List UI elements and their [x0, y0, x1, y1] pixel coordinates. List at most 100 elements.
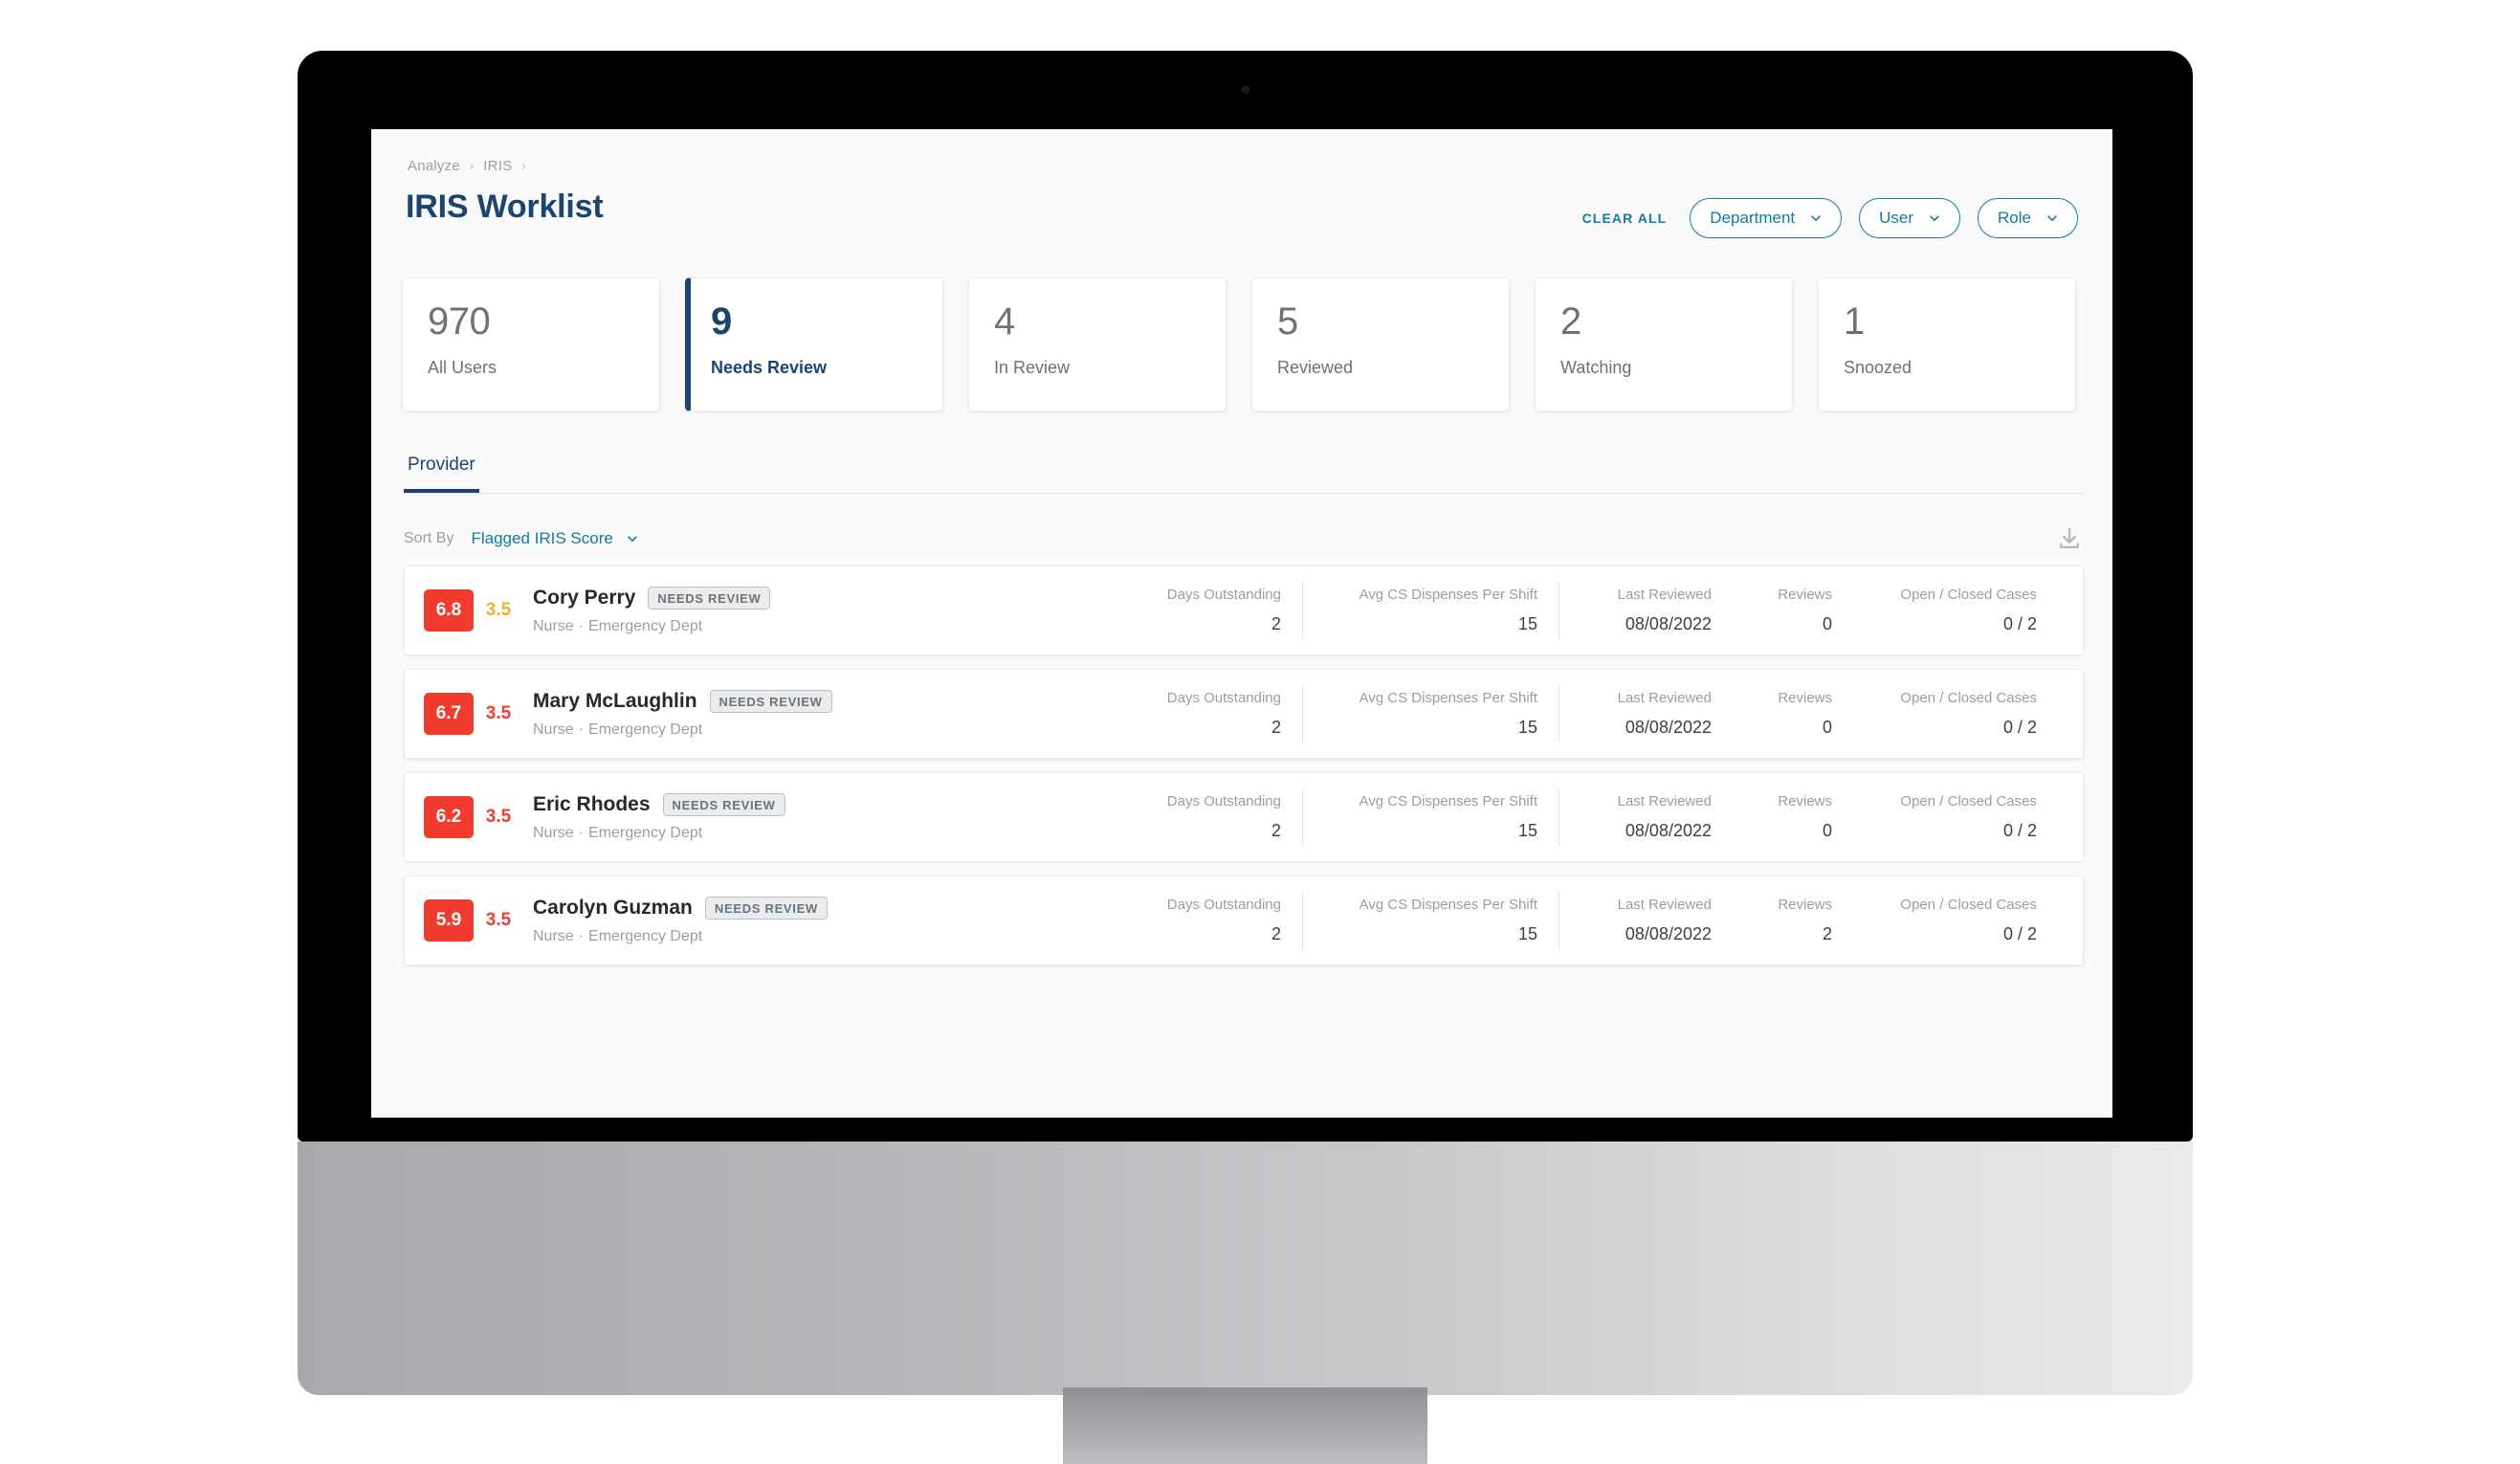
chevron-down-icon — [1811, 215, 1821, 221]
sort-by-label: Sort By — [404, 530, 454, 546]
row-metrics: Days Outstanding 2 Avg CS Dispenses Per … — [1101, 684, 2058, 743]
status-badge: NEEDS REVIEW — [709, 689, 832, 713]
metric-days-outstanding: Days Outstanding 2 — [1101, 891, 1302, 950]
stat-card-watching[interactable]: 2 Watching — [1535, 277, 1793, 411]
stat-card-in-review[interactable]: 4 In Review — [968, 277, 1227, 411]
metric-value: 08/08/2022 — [1625, 821, 1712, 840]
provider-identity: Mary McLaughlin NEEDS REVIEW Nurse · Emerg… — [533, 689, 935, 739]
metric-label: Open / Closed Cases — [1900, 690, 2037, 706]
metric-reviews: Reviews 0 — [1733, 581, 1853, 640]
table-row[interactable]: 6.7 3.5 Mary McLaughlin NEEDS REVIEW Nur… — [404, 669, 2084, 759]
metric-label: Last Reviewed — [1617, 897, 1712, 913]
metric-open-closed-cases: Open / Closed Cases 0 / 2 — [1853, 684, 2058, 743]
filter-user-button[interactable]: User — [1859, 198, 1961, 238]
stat-card-snoozed[interactable]: 1 Snoozed — [1818, 277, 2076, 411]
metric-days-outstanding: Days Outstanding 2 — [1101, 581, 1302, 640]
provider-role: Nurse — [533, 721, 574, 738]
metric-reviews: Reviews 2 — [1733, 891, 1853, 950]
provider-name: Eric Rhodes — [533, 792, 651, 815]
metric-label: Reviews — [1778, 587, 1832, 603]
provider-identity: Eric Rhodes NEEDS REVIEW Nurse · Emergency… — [533, 792, 935, 842]
iris-score-badge: 5.9 — [424, 899, 474, 942]
metric-value: 08/08/2022 — [1625, 614, 1712, 633]
metric-value: 0 / 2 — [2002, 614, 2037, 633]
download-icon[interactable] — [2055, 524, 2084, 553]
metric-days-outstanding: Days Outstanding 2 — [1101, 684, 1302, 743]
metric-label: Last Reviewed — [1617, 793, 1712, 810]
iris-score-badge: 6.8 — [424, 589, 474, 632]
provider-name: Cory Perry — [533, 586, 636, 609]
metric-value: 0 / 2 — [2002, 718, 2037, 737]
stat-label: Reviewed — [1277, 358, 1354, 377]
clear-all-button[interactable]: CLEAR ALL — [1582, 211, 1668, 226]
breadcrumb-item-analyze[interactable]: Analyze — [408, 158, 460, 174]
metric-value: 0 — [1822, 821, 1832, 840]
table-row[interactable]: 6.2 3.5 Eric Rhodes NEEDS REVIEW Nurse · E… — [404, 772, 2084, 862]
stat-value: 970 — [428, 300, 491, 343]
provider-dept: Emergency Dept — [588, 824, 703, 841]
metric-label: Days Outstanding — [1166, 793, 1281, 810]
provider-role: Nurse — [533, 617, 574, 634]
table-row[interactable]: 6.8 3.5 Cory Perry NEEDS REVIEW Nurse · Em… — [404, 566, 2084, 655]
metric-avg-cs-dispenses: Avg CS Dispenses Per Shift 15 — [1302, 787, 1558, 847]
metric-label: Days Outstanding — [1166, 587, 1281, 603]
filter-role-button[interactable]: Role — [1978, 198, 2078, 238]
sort-by-value: Flagged IRIS Score — [471, 529, 613, 547]
metric-value: 0 / 2 — [2002, 924, 2037, 943]
sort-bar: Sort By Flagged IRIS Score — [404, 512, 2084, 566]
metric-value: 08/08/2022 — [1625, 718, 1712, 737]
provider-identity: Carolyn Guzman NEEDS REVIEW Nurse · Emerge… — [533, 896, 935, 945]
breadcrumb-item-iris[interactable]: IRIS — [483, 158, 512, 174]
stat-card-reviewed[interactable]: 5 Reviewed — [1251, 277, 1510, 411]
stat-value: 2 — [1560, 300, 1581, 343]
metric-value: 15 — [1517, 821, 1537, 840]
row-metrics: Days Outstanding 2 Avg CS Dispenses Per … — [1101, 581, 2058, 640]
stat-label: Needs Review — [711, 358, 828, 377]
metric-value: 2 — [1271, 821, 1281, 840]
metric-avg-cs-dispenses: Avg CS Dispenses Per Shift 15 — [1302, 684, 1558, 743]
metric-value: 2 — [1271, 614, 1281, 633]
provider-name: Mary McLaughlin — [533, 689, 697, 712]
secondary-score: 3.5 — [485, 703, 512, 723]
metric-last-reviewed: Last Reviewed 08/08/2022 — [1558, 891, 1733, 950]
stat-label: In Review — [994, 358, 1071, 377]
chevron-down-icon — [628, 536, 637, 542]
metric-value: 0 — [1822, 614, 1832, 633]
metric-open-closed-cases: Open / Closed Cases 0 / 2 — [1853, 787, 2058, 847]
provider-identity: Cory Perry NEEDS REVIEW Nurse · Emergency … — [533, 586, 935, 635]
provider-dept: Emergency Dept — [588, 617, 703, 634]
metric-label: Open / Closed Cases — [1900, 793, 2037, 810]
metric-avg-cs-dispenses: Avg CS Dispenses Per Shift 15 — [1302, 891, 1558, 950]
metric-value: 2 — [1271, 718, 1281, 737]
filter-department-button[interactable]: Department — [1690, 198, 1843, 238]
sort-by-select[interactable]: Flagged IRIS Score — [471, 529, 637, 548]
tab-provider[interactable]: Provider — [404, 455, 479, 493]
stat-card-needs-review[interactable]: 9 Needs Review — [685, 277, 943, 411]
metric-value: 0 / 2 — [2002, 821, 2037, 840]
metric-label: Avg CS Dispenses Per Shift — [1359, 793, 1537, 810]
provider-dept: Emergency Dept — [588, 721, 703, 738]
meta-separator: · — [578, 824, 585, 841]
table-row[interactable]: 5.9 3.5 Carolyn Guzman NEEDS REVIEW Nurs… — [404, 876, 2084, 965]
stat-value: 4 — [994, 300, 1015, 343]
stat-value: 1 — [1844, 300, 1865, 343]
metric-reviews: Reviews 0 — [1733, 787, 1853, 847]
stat-card-row: 970 All Users 9 Needs Review 4 In Review… — [402, 277, 2076, 411]
stat-label: Snoozed — [1844, 358, 1912, 377]
worklist-rows: 6.8 3.5 Cory Perry NEEDS REVIEW Nurse · Em… — [404, 566, 2084, 965]
stat-card-all-users[interactable]: 970 All Users — [402, 277, 660, 411]
status-badge: NEEDS REVIEW — [648, 586, 771, 610]
webcam-icon — [1241, 85, 1249, 94]
page-title: IRIS Worklist — [406, 189, 604, 225]
metric-label: Avg CS Dispenses Per Shift — [1359, 587, 1537, 603]
metric-label: Avg CS Dispenses Per Shift — [1359, 897, 1537, 913]
stat-value: 5 — [1277, 300, 1298, 343]
row-metrics: Days Outstanding 2 Avg CS Dispenses Per … — [1101, 891, 2058, 950]
filter-department-label: Department — [1710, 209, 1796, 227]
monitor-chin — [298, 1142, 2193, 1395]
stat-label: Watching — [1560, 358, 1632, 377]
metric-last-reviewed: Last Reviewed 08/08/2022 — [1558, 684, 1733, 743]
chevron-down-icon — [2047, 215, 2057, 221]
meta-separator: · — [578, 617, 585, 634]
metric-reviews: Reviews 0 — [1733, 684, 1853, 743]
